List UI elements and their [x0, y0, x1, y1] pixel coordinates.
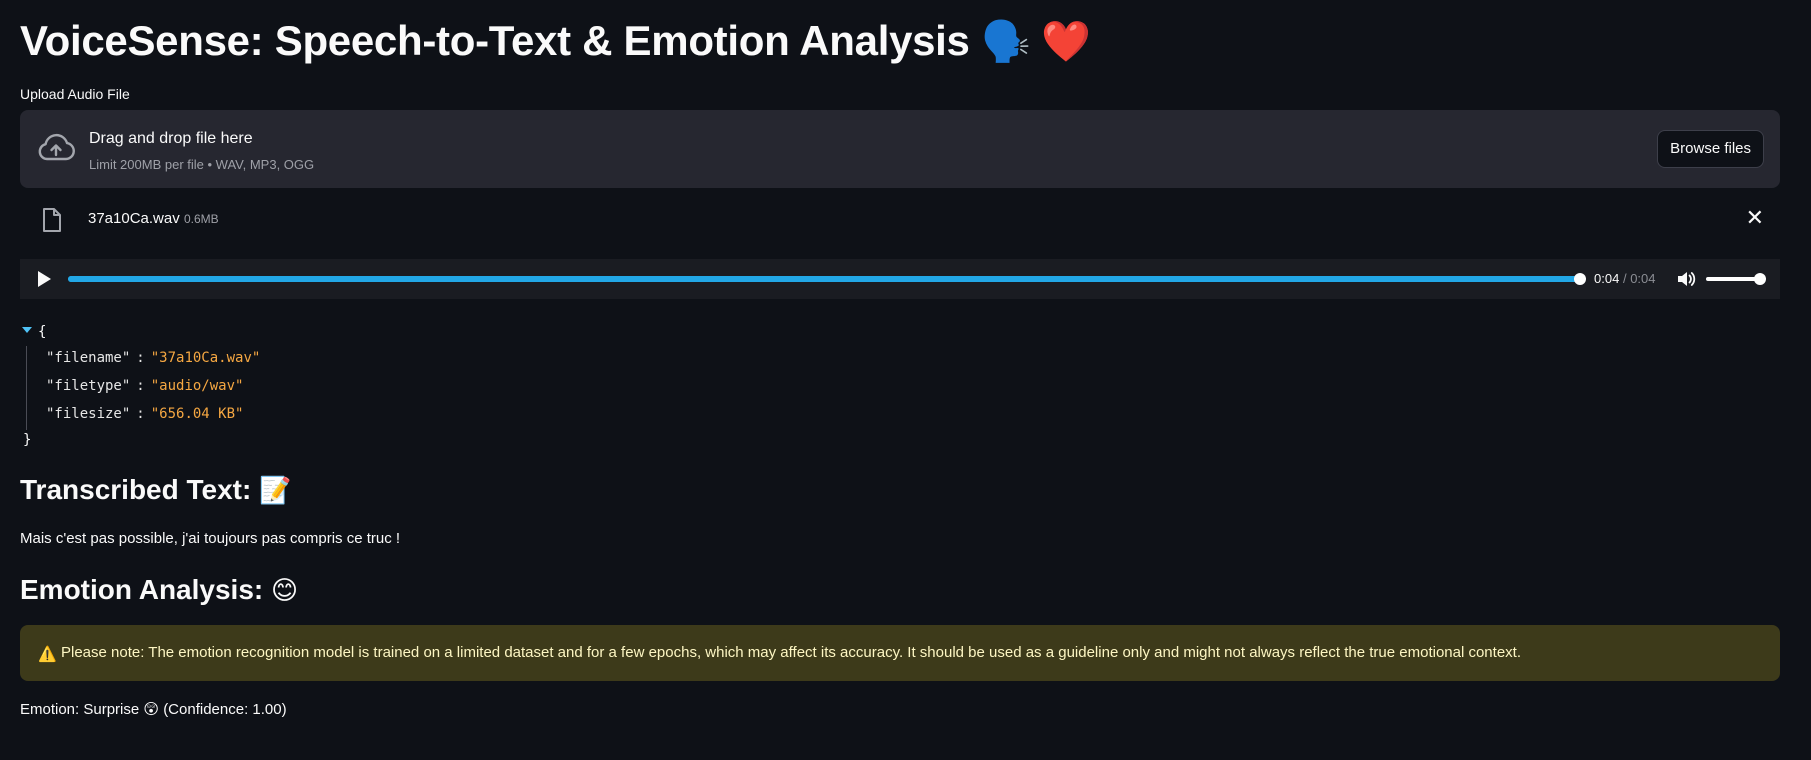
dropzone-limit-text: Limit 200MB per file • WAV, MP3, OGG: [89, 157, 315, 172]
json-key: "filetype": [46, 378, 131, 394]
browse-files-button[interactable]: Browse files: [1657, 130, 1764, 168]
current-time: 0:04: [1594, 271, 1620, 286]
warning-text: Please note: The emotion recognition mod…: [61, 644, 1521, 661]
json-close-brace: }: [23, 432, 32, 448]
json-value: "37a10Ca.wav": [150, 350, 261, 366]
emotion-heading-text: Emotion Analysis:: [20, 574, 264, 605]
json-entry: "filetype": "audio/wav": [46, 378, 243, 394]
json-colon: :: [136, 350, 145, 366]
volume-icon[interactable]: [1676, 270, 1696, 288]
smile-emoji: 😊: [271, 575, 299, 605]
progress-slider[interactable]: [68, 273, 1586, 285]
transcribed-text: Mais c'est pas possible, j'ai toujours p…: [20, 530, 401, 547]
uploaded-file-row: 37a10Ca.wav 0.6MB ✕: [20, 202, 1780, 236]
uploaded-file-name: 37a10Ca.wav: [88, 210, 180, 227]
file-dropzone[interactable]: Drag and drop file here Limit 200MB per …: [20, 110, 1780, 188]
transcription-heading: Transcribed Text: 📝: [20, 474, 291, 506]
json-colon: :: [136, 406, 145, 422]
close-icon[interactable]: ✕: [1746, 206, 1764, 230]
json-entry: "filename": "37a10Ca.wav": [46, 350, 260, 366]
uploaded-file-size: 0.6MB: [184, 212, 219, 226]
app-page: VoiceSense: Speech-to-Text & Emotion Ana…: [0, 0, 1811, 760]
json-entry: "filesize": "656.04 KB": [46, 406, 243, 422]
time-separator: /: [1622, 271, 1627, 286]
progress-fill: [68, 276, 1580, 282]
audio-player: 0:04 / 0:04: [20, 259, 1780, 299]
time-display: 0:04 / 0:04: [1594, 271, 1656, 286]
json-value: "audio/wav": [150, 378, 244, 394]
dropzone-instructions: Drag and drop file here: [89, 130, 253, 147]
json-colon: :: [136, 378, 145, 394]
json-key: "filename": [46, 350, 131, 366]
emotion-result: Emotion: Surprise 😲 (Confidence: 1.00): [20, 701, 287, 718]
volume-slider[interactable]: [1706, 273, 1766, 285]
collapse-caret-icon[interactable]: [22, 327, 32, 333]
json-key: "filesize": [46, 406, 131, 422]
memo-emoji: 📝: [259, 475, 292, 505]
volume-knob[interactable]: [1754, 273, 1766, 285]
play-icon[interactable]: [38, 271, 51, 287]
uploader-label: Upload Audio File: [20, 86, 130, 102]
json-open-brace: {: [38, 324, 47, 340]
file-icon: [43, 208, 61, 232]
title-emojis: 🗣️ ❤️: [980, 20, 1091, 64]
json-value: "656.04 KB": [150, 406, 244, 422]
warning-icon: ⚠️: [38, 646, 57, 663]
emotion-heading: Emotion Analysis: 😊: [20, 574, 298, 606]
page-title-text: VoiceSense: Speech-to-Text & Emotion Ana…: [20, 17, 970, 64]
cloud-upload-icon: [38, 133, 75, 161]
page-title: VoiceSense: Speech-to-Text & Emotion Ana…: [20, 12, 1091, 71]
json-indent-guide: [26, 346, 27, 430]
progress-knob[interactable]: [1574, 273, 1586, 285]
warning-alert: ⚠️ Please note: The emotion recognition …: [20, 625, 1780, 681]
transcription-heading-text: Transcribed Text:: [20, 474, 252, 505]
duration: 0:04: [1630, 271, 1656, 286]
